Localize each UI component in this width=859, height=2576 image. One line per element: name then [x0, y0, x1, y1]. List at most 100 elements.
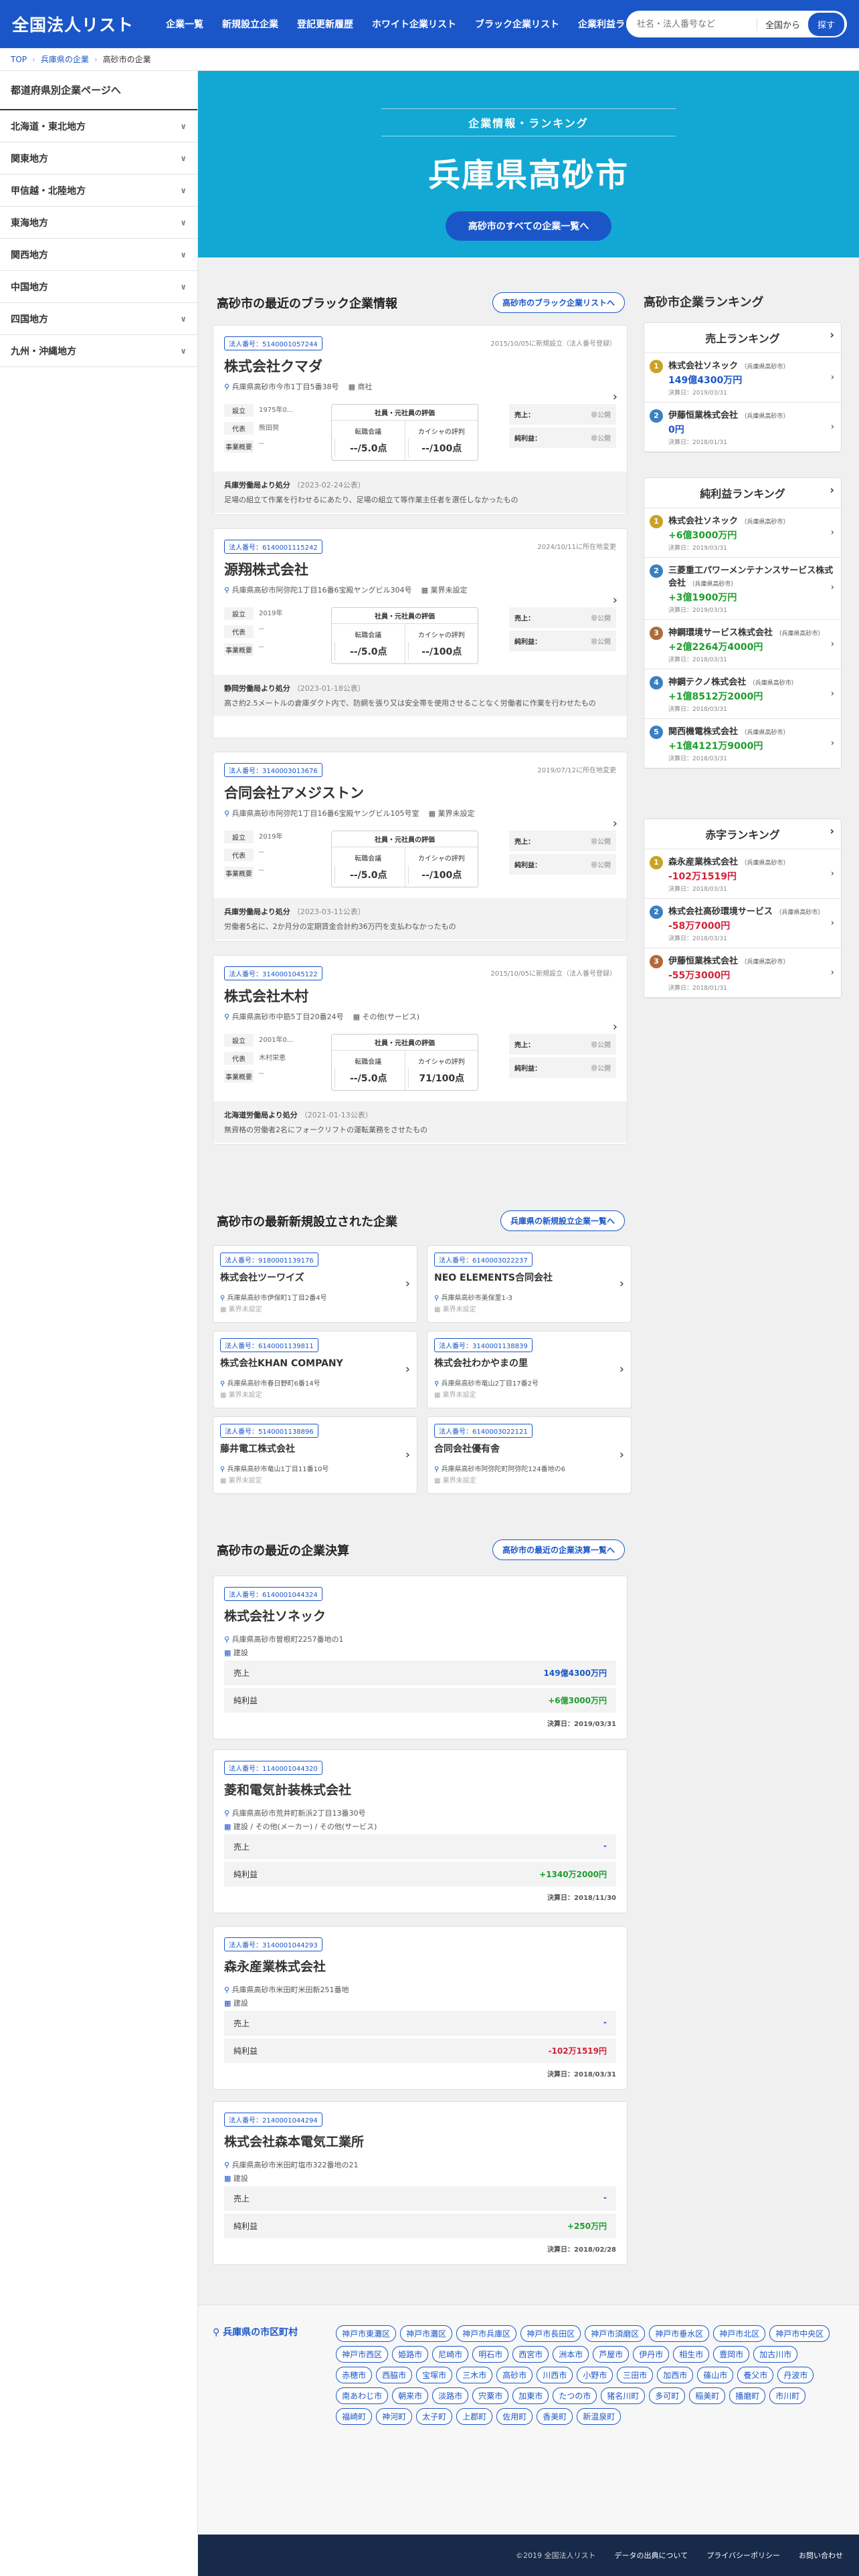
ranking-item[interactable]: 2 三菱重工パワーメンテナンスサービス株式会社 （兵庫県高砂市） +3億1900… [644, 558, 841, 620]
company-name[interactable]: 株式会社ソネック [224, 1606, 616, 1624]
municipality-link[interactable]: 明石市 [472, 2346, 509, 2363]
municipality-link[interactable]: 西脇市 [376, 2367, 413, 2383]
sidebar-region[interactable]: 四国地方 ∨ [0, 303, 197, 335]
municipality-link[interactable]: 丹波市 [777, 2367, 814, 2383]
municipality-link[interactable]: 伊丹市 [633, 2346, 670, 2363]
municipality-link[interactable]: たつの市 [553, 2387, 597, 2404]
nav-item[interactable]: 企業一覧 [166, 17, 203, 31]
municipality-link[interactable]: 洲本市 [553, 2346, 589, 2363]
ranking-item[interactable]: 2 伊藤恒業株式会社 （兵庫県高砂市） 0円 決算日：2018/01/31 [644, 403, 841, 452]
municipality-link[interactable]: 神戸市北区 [713, 2325, 766, 2342]
financial-card[interactable]: 法人番号：1140001044320 菱和電気計装株式会社 ⚲ 兵庫県高砂市荒井… [213, 1749, 628, 1913]
ranking-box-title[interactable]: 売上ランキング [644, 323, 841, 353]
company-name[interactable]: 藤井電工株式会社 [220, 1442, 410, 1455]
municipality-link[interactable]: 多可町 [649, 2387, 686, 2404]
company-name[interactable]: 株式会社森本電気工業所 [224, 2132, 616, 2150]
sidebar-region[interactable]: 関西地方 ∨ [0, 239, 197, 271]
financial-card[interactable]: 法人番号：3140001044293 森永産業株式会社 ⚲ 兵庫県高砂市米田町米… [213, 1926, 628, 2090]
municipality-link[interactable]: 朝来市 [392, 2387, 429, 2404]
municipality-link[interactable]: 香美町 [537, 2408, 573, 2425]
municipality-link[interactable]: 神戸市西区 [336, 2346, 389, 2363]
nav-item[interactable]: 新規設立企業 [222, 17, 278, 31]
ranking-item[interactable]: 2 株式会社高砂環境サービス （兵庫県高砂市） -58万7000円 決算日：20… [644, 899, 841, 948]
new-company-card[interactable]: 法人番号：5140001138896 藤井電工株式会社 ⚲ 兵庫県高砂市竜山1丁… [213, 1416, 417, 1494]
municipality-link[interactable]: 神河町 [376, 2408, 413, 2425]
search-input[interactable] [637, 19, 757, 29]
municipality-link[interactable]: 神戸市須磨区 [585, 2325, 646, 2342]
municipality-link[interactable]: 市川町 [769, 2387, 806, 2404]
municipality-link[interactable]: 神戸市中央区 [769, 2325, 830, 2342]
financial-card[interactable]: 法人番号：6140001044324 株式会社ソネック ⚲ 兵庫県高砂市曽根町2… [213, 1576, 628, 1739]
municipality-link[interactable]: 芦屋市 [593, 2346, 630, 2363]
municipality-link[interactable]: 猪名川町 [601, 2387, 646, 2404]
sidebar-region[interactable]: 東海地方 ∨ [0, 207, 197, 239]
search-scope-select[interactable]: 全国から [756, 17, 808, 31]
company-name[interactable]: 合同会社アメジストン [224, 782, 616, 802]
all-companies-button[interactable]: 高砂市のすべての企業一覧へ [445, 211, 612, 241]
breadcrumb-top[interactable]: TOP [11, 55, 27, 64]
municipality-link[interactable]: 相生市 [673, 2346, 710, 2363]
company-name[interactable]: 合同会社優有舎 [434, 1442, 624, 1455]
financial-card[interactable]: 法人番号：2140001044294 株式会社森本電気工業所 ⚲ 兵庫県高砂市米… [213, 2101, 628, 2265]
municipality-link[interactable]: 養父市 [737, 2367, 774, 2383]
ranking-item[interactable]: 3 伊藤恒業株式会社 （兵庫県高砂市） -55万3000円 決算日：2018/0… [644, 948, 841, 998]
ranking-item[interactable]: 4 神鋼テクノ株式会社 （兵庫県高砂市） +1億8512万2000円 決算日：2… [644, 669, 841, 719]
footer-link[interactable]: お問い合わせ [799, 2550, 843, 2561]
site-logo[interactable]: 全国法人リスト [12, 12, 134, 36]
ranking-item[interactable]: 1 森永産業株式会社 （兵庫県高砂市） -102万1519円 決算日：2018/… [644, 849, 841, 899]
municipality-link[interactable]: 上郡町 [456, 2408, 493, 2425]
municipality-link[interactable]: 南あわじ市 [336, 2387, 389, 2404]
municipality-link[interactable]: 播磨町 [729, 2387, 766, 2404]
municipality-link[interactable]: 新温泉町 [577, 2408, 622, 2425]
sidebar-region[interactable]: 九州・沖縄地方 ∨ [0, 335, 197, 367]
municipality-link[interactable]: 西宮市 [512, 2346, 549, 2363]
black-company-card[interactable]: 法人番号：3140001045122 2015/10/05に新規設立（法人番号登… [213, 955, 628, 1145]
sidebar-region[interactable]: 関東地方 ∨ [0, 142, 197, 175]
municipality-link[interactable]: 神戸市垂水区 [649, 2325, 710, 2342]
sidebar-region[interactable]: 北海道・東北地方 ∨ [0, 110, 197, 142]
municipality-link[interactable]: 神戸市兵庫区 [456, 2325, 517, 2342]
ranking-item[interactable]: 1 株式会社ソネック （兵庫県高砂市） 149億4300万円 決算日：2019/… [644, 353, 841, 403]
municipality-link[interactable]: 福崎町 [336, 2408, 373, 2425]
black-company-card[interactable]: 法人番号：3140003013676 2019/07/12に所在地変更 合同会社… [213, 752, 628, 942]
municipality-link[interactable]: 太子町 [416, 2408, 453, 2425]
nav-item[interactable]: ブラック企業リスト [475, 17, 559, 31]
municipality-link[interactable]: 篠山市 [697, 2367, 734, 2383]
new-company-card[interactable]: 法人番号：6140003022121 合同会社優有舎 ⚲ 兵庫県高砂市阿弥陀町阿… [427, 1416, 632, 1494]
company-name[interactable]: 株式会社クマダ [224, 356, 616, 376]
municipality-link[interactable]: 豊岡市 [713, 2346, 750, 2363]
new-company-card[interactable]: 法人番号：6140003022237 NEO ELEMENTS合同会社 ⚲ 兵庫… [427, 1245, 632, 1323]
sidebar-region[interactable]: 中国地方 ∨ [0, 271, 197, 303]
municipality-link[interactable]: 三田市 [617, 2367, 654, 2383]
breadcrumb-prefecture[interactable]: 兵庫県の企業 [41, 53, 89, 65]
nav-item[interactable]: 登記更新履歴 [297, 17, 353, 31]
footer-link[interactable]: プライバシーポリシー [706, 2550, 780, 2561]
search-button[interactable]: 探す [807, 12, 844, 36]
company-name[interactable]: 菱和電気計装株式会社 [224, 1780, 616, 1798]
municipality-link[interactable]: 三木市 [456, 2367, 493, 2383]
company-name[interactable]: 森永産業株式会社 [224, 1957, 616, 1975]
finance-list-link[interactable]: 高砂市の最近の企業決算一覧へ [492, 1539, 625, 1560]
municipality-link[interactable]: 加西市 [657, 2367, 694, 2383]
new-company-card[interactable]: 法人番号：6140001139811 株式会社KHAN COMPANY ⚲ 兵庫… [213, 1331, 417, 1408]
municipality-link[interactable]: 加東市 [512, 2387, 549, 2404]
municipality-link[interactable]: 佐用町 [496, 2408, 533, 2425]
municipality-link[interactable]: 淡路市 [432, 2387, 469, 2404]
municipality-link[interactable]: 稲美町 [689, 2387, 726, 2404]
municipality-link[interactable]: 神戸市東灘区 [336, 2325, 397, 2342]
company-name[interactable]: 株式会社ツーワイズ [220, 1271, 410, 1284]
municipality-link[interactable]: 神戸市長田区 [520, 2325, 581, 2342]
company-name[interactable]: 株式会社木村 [224, 986, 616, 1006]
municipality-link[interactable]: 神戸市灘区 [400, 2325, 453, 2342]
municipality-link[interactable]: 宍粟市 [472, 2387, 509, 2404]
municipality-link[interactable]: 姫路市 [392, 2346, 429, 2363]
municipality-link[interactable]: 小野市 [577, 2367, 613, 2383]
nav-item[interactable]: ホワイト企業リスト [372, 17, 456, 31]
sidebar-region[interactable]: 甲信越・北陸地方 ∨ [0, 175, 197, 207]
black-company-card[interactable]: 法人番号：6140001115242 2024/10/11に所在地変更 源翔株式… [213, 528, 628, 738]
ranking-item[interactable]: 5 関西機電株式会社 （兵庫県高砂市） +1億4121万9000円 決算日：20… [644, 719, 841, 768]
company-name[interactable]: 株式会社わかやまの里 [434, 1356, 624, 1370]
company-name[interactable]: NEO ELEMENTS合同会社 [434, 1271, 624, 1284]
black-company-card[interactable]: 法人番号：5140001057244 2015/10/05に新規設立（法人番号登… [213, 325, 628, 515]
black-list-link[interactable]: 高砂市のブラック企業リストへ [492, 292, 625, 313]
